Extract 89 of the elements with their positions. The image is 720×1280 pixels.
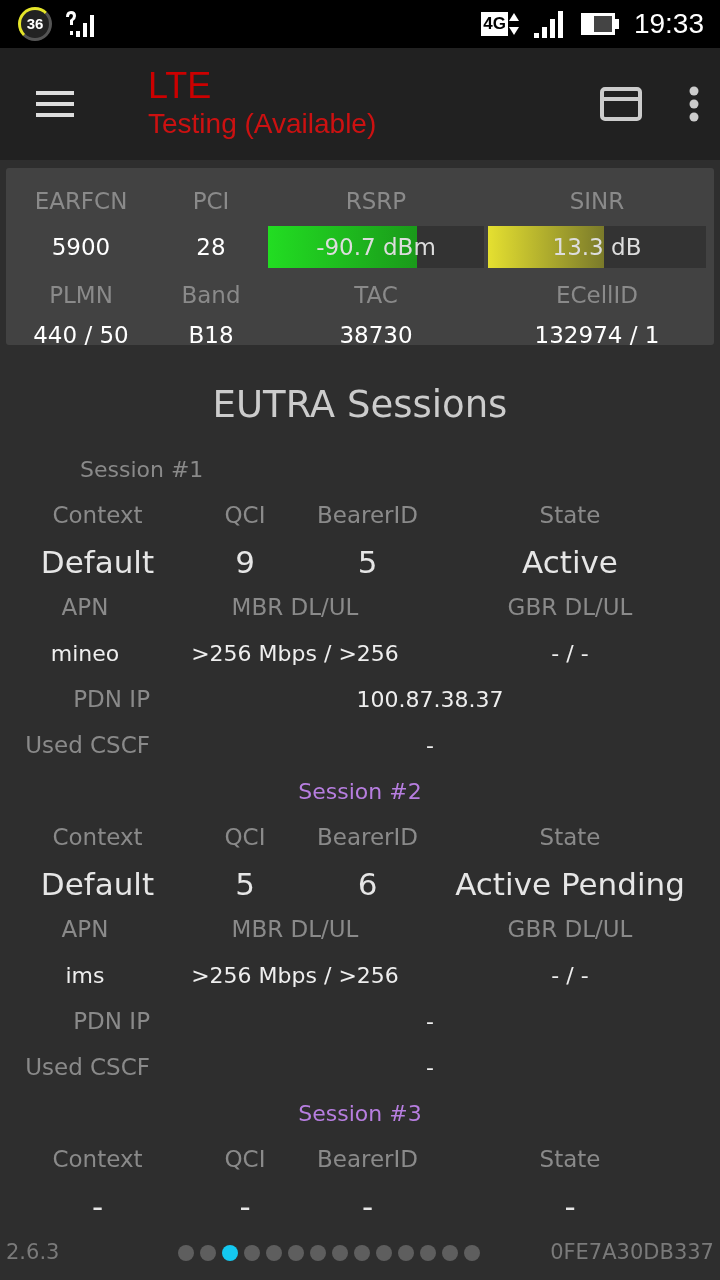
- session-value: - / -: [550, 640, 590, 668]
- field-label: PDN IP: [72, 685, 151, 715]
- session-value: - / -: [550, 962, 590, 990]
- field-value: 28: [195, 232, 227, 262]
- field-value: 440 / 50: [32, 321, 130, 350]
- page-dot[interactable]: [331, 1245, 348, 1261]
- section-heading: EUTRA Sessions: [211, 382, 509, 428]
- column-label: Context: [51, 823, 144, 853]
- session-value: -: [360, 1186, 375, 1226]
- page-dot[interactable]: [199, 1245, 216, 1261]
- column-label: Context: [51, 501, 144, 531]
- session-value: 5: [234, 864, 256, 904]
- session-value: 6: [356, 864, 379, 904]
- page-dot[interactable]: [353, 1245, 370, 1261]
- column-label: QCI: [223, 501, 267, 531]
- battery-icon: [579, 12, 620, 36]
- field-value: B18: [187, 321, 235, 350]
- session-value: -: [90, 1186, 105, 1226]
- device-id: 0FE7A30DB337: [550, 1239, 714, 1267]
- column-label: State: [538, 1145, 602, 1175]
- session-value: -: [563, 1186, 577, 1226]
- column-label: MBR DL/UL: [230, 915, 360, 945]
- column-label: State: [538, 501, 602, 531]
- session-value: 9: [234, 542, 256, 582]
- toolbar-title: LTE: [148, 66, 213, 106]
- column-label: State: [538, 823, 602, 853]
- field-value: 132974 / 1: [533, 321, 661, 350]
- column-label: BearerID: [315, 823, 420, 853]
- session-value: mineo: [49, 640, 121, 668]
- field-label: PLMN: [48, 280, 114, 310]
- version-label: 2.6.3: [6, 1239, 60, 1267]
- page-dot[interactable]: [177, 1245, 194, 1261]
- page-dot[interactable]: [243, 1245, 260, 1261]
- page-dot[interactable]: [463, 1245, 480, 1261]
- meter-reading: 13.3 dB: [552, 232, 642, 262]
- page-dot[interactable]: [221, 1245, 238, 1261]
- page-dot[interactable]: [441, 1245, 458, 1261]
- data-arrows-icon: [507, 11, 520, 37]
- session-value: >256 Mbps / >256: [190, 962, 400, 990]
- card-icon[interactable]: [600, 87, 642, 121]
- more-icon[interactable]: [688, 86, 700, 122]
- session-value: >256 Mbps / >256: [190, 640, 400, 668]
- column-label: BearerID: [315, 1145, 420, 1175]
- field-value: -: [425, 1008, 435, 1036]
- column-label: GBR DL/UL: [506, 593, 634, 623]
- page-dot[interactable]: [397, 1245, 414, 1261]
- column-label: GBR DL/UL: [506, 915, 634, 945]
- field-label: ECellID: [555, 280, 639, 310]
- session-title: Session #2: [298, 778, 422, 806]
- column-label: MBR DL/UL: [230, 593, 360, 623]
- field-label: Band: [180, 280, 242, 310]
- session-title: Session #1: [80, 456, 204, 484]
- field-label: RSRP: [344, 186, 408, 216]
- session-value: Active: [521, 542, 619, 582]
- session-value: Active Pending: [454, 864, 686, 904]
- column-label: Context: [51, 1145, 144, 1175]
- signal-icon: [531, 9, 566, 39]
- field-label: SINR: [568, 186, 626, 216]
- session-value: Default: [39, 542, 156, 582]
- field-value: 5900: [50, 232, 112, 262]
- session-value: ims: [64, 962, 106, 990]
- column-label: APN: [60, 915, 110, 945]
- column-label: QCI: [223, 1145, 267, 1175]
- page-dot[interactable]: [419, 1245, 436, 1261]
- column-label: BearerID: [315, 501, 420, 531]
- page-dot[interactable]: [287, 1245, 304, 1261]
- column-label: QCI: [223, 823, 267, 853]
- session-value: -: [238, 1186, 252, 1226]
- field-label: PDN IP: [72, 1007, 151, 1037]
- session-title: Session #3: [298, 1100, 422, 1128]
- clock: 19:33: [633, 7, 704, 41]
- page-dot[interactable]: [309, 1245, 326, 1261]
- field-label: TAC: [353, 280, 399, 310]
- data-usage-badge: 36: [18, 7, 52, 41]
- page-dot[interactable]: [265, 1245, 282, 1261]
- field-label: Used CSCF: [24, 731, 151, 761]
- field-value: -: [425, 732, 435, 760]
- field-label: PCI: [191, 186, 231, 216]
- field-label: EARFCN: [33, 186, 129, 216]
- session-value: 5: [356, 542, 379, 582]
- session-value: Default: [39, 864, 156, 904]
- page-dot[interactable]: [375, 1245, 392, 1261]
- field-value: 100.87.38.37: [355, 686, 505, 714]
- field-value: -: [425, 1054, 435, 1082]
- menu-icon[interactable]: [36, 89, 76, 119]
- toolbar-subtitle: Testing (Available): [148, 107, 378, 141]
- field-value: 38730: [338, 321, 414, 350]
- column-label: APN: [60, 593, 110, 623]
- field-label: Used CSCF: [24, 1053, 151, 1083]
